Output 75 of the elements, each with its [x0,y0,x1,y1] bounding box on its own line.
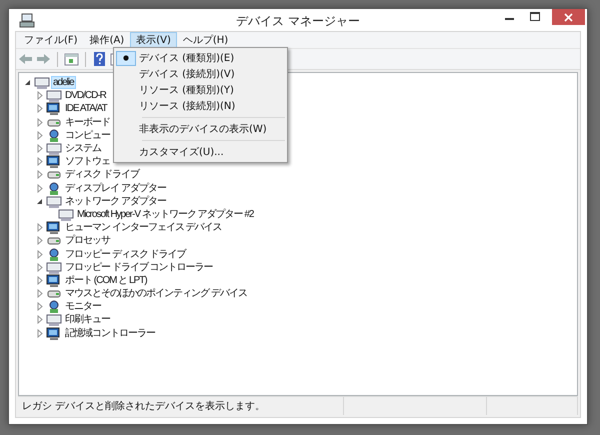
tree-item[interactable]: ディスク ドライブ [63,168,141,182]
device-icon [46,312,62,328]
expand-arrow-icon[interactable] [36,302,44,312]
tree-item[interactable]: 印刷キュー [63,313,112,326]
back-arrow-icon [18,52,33,66]
forward-arrow-button[interactable] [36,52,51,66]
device-icon [46,326,62,341]
computer-icon [19,12,35,28]
device-icon [46,220,62,236]
window-title: デバイス マネージャー [236,13,360,30]
expand-arrow-icon[interactable] [36,118,44,127]
device-icon [46,141,62,156]
tree-item[interactable]: adelie [51,76,76,90]
tree-item[interactable]: Microsoft Hyper-V ネットワーク アダプター #2 [75,208,256,221]
expand-arrow-icon[interactable] [36,130,44,140]
tree-item[interactable]: システム [63,142,103,156]
tree-item[interactable]: ネットワーク アダプター [63,194,168,208]
back-arrow-button[interactable] [18,52,33,66]
menu-option[interactable]: 非表示のデバイスの表示(W) [139,122,267,136]
tree-item[interactable]: ディスプレイ アダプター [63,182,168,195]
expand-arrow-icon[interactable] [36,262,44,272]
expand-arrow-icon[interactable] [36,184,44,193]
menu-item[interactable]: ヘルプ(H) [176,32,234,48]
help-icon [92,52,107,66]
device-icon [46,272,62,288]
expand-arrow-icon[interactable] [36,236,44,246]
expand-arrow-icon[interactable] [36,144,44,154]
expand-arrow-icon[interactable] [36,315,44,324]
menu-item[interactable]: ファイル(F) [18,32,84,48]
menu-option[interactable]: デバイス (接続別)(V) [139,67,235,81]
console-tree-button[interactable] [64,52,79,66]
collapse-arrow-icon[interactable] [24,78,32,88]
menu-item[interactable]: 表示(V) [130,32,177,48]
tree-item[interactable]: マウスとそのほかのポインティング デバイス [63,287,249,300]
device-icon [46,260,62,275]
expand-arrow-icon[interactable] [36,250,44,259]
tree-item[interactable]: コンピュー [63,128,112,142]
expand-arrow-icon[interactable] [36,289,44,298]
tree-item[interactable]: IDE ATA/AT [63,102,109,116]
status-text: レガシ デバイスと削除されたデバイスを表示します。 [22,400,266,413]
menu-option[interactable]: デバイス (種類別)(E) [139,51,234,65]
tree-item[interactable]: フロッピー ドライブ コントローラー [63,260,215,274]
menu-option[interactable]: リソース (接続別)(N) [139,99,236,113]
console-tree-icon [64,52,79,66]
tree-item[interactable]: プロセッサ [63,234,112,248]
device-icon [46,101,62,116]
expand-arrow-icon[interactable] [36,223,44,232]
expand-arrow-icon[interactable] [36,170,44,180]
tree-item[interactable]: ソフトウェ [63,155,112,168]
tree-item[interactable]: フロッピー ディスク ドライブ [63,248,188,261]
tree-item[interactable]: DVD/CD-R [63,89,108,102]
tree-item[interactable]: キーボード [63,116,112,129]
computer-icon [34,75,50,90]
expand-arrow-icon[interactable] [36,157,44,166]
tree-item[interactable]: ポート (COM と LPT) [63,274,149,287]
expand-arrow-icon[interactable] [36,328,44,338]
menu-option[interactable]: カスタマイズ(U)... [139,145,224,159]
tree-item[interactable]: ヒューマン インターフェイス デバイス [63,221,224,234]
device-icon [58,206,74,222]
close-icon [564,12,573,22]
menu-option[interactable]: リソース (種類別)(Y) [139,83,234,97]
expand-arrow-icon[interactable] [36,276,44,285]
expand-arrow-icon[interactable] [36,104,44,114]
device-icon [46,154,62,170]
device-icon [46,88,62,104]
menu-item[interactable]: 操作(A) [84,32,130,48]
forward-arrow-icon [36,52,51,66]
maximize-icon [530,12,540,21]
device-icon [46,194,62,209]
collapse-arrow-icon[interactable] [36,196,44,206]
tree-item[interactable]: モニター [63,300,103,314]
close-button[interactable] [552,9,585,25]
help-button[interactable] [92,52,107,66]
expand-arrow-icon[interactable] [36,91,44,100]
tree-item[interactable]: 記憶域コントローラー [63,326,157,340]
